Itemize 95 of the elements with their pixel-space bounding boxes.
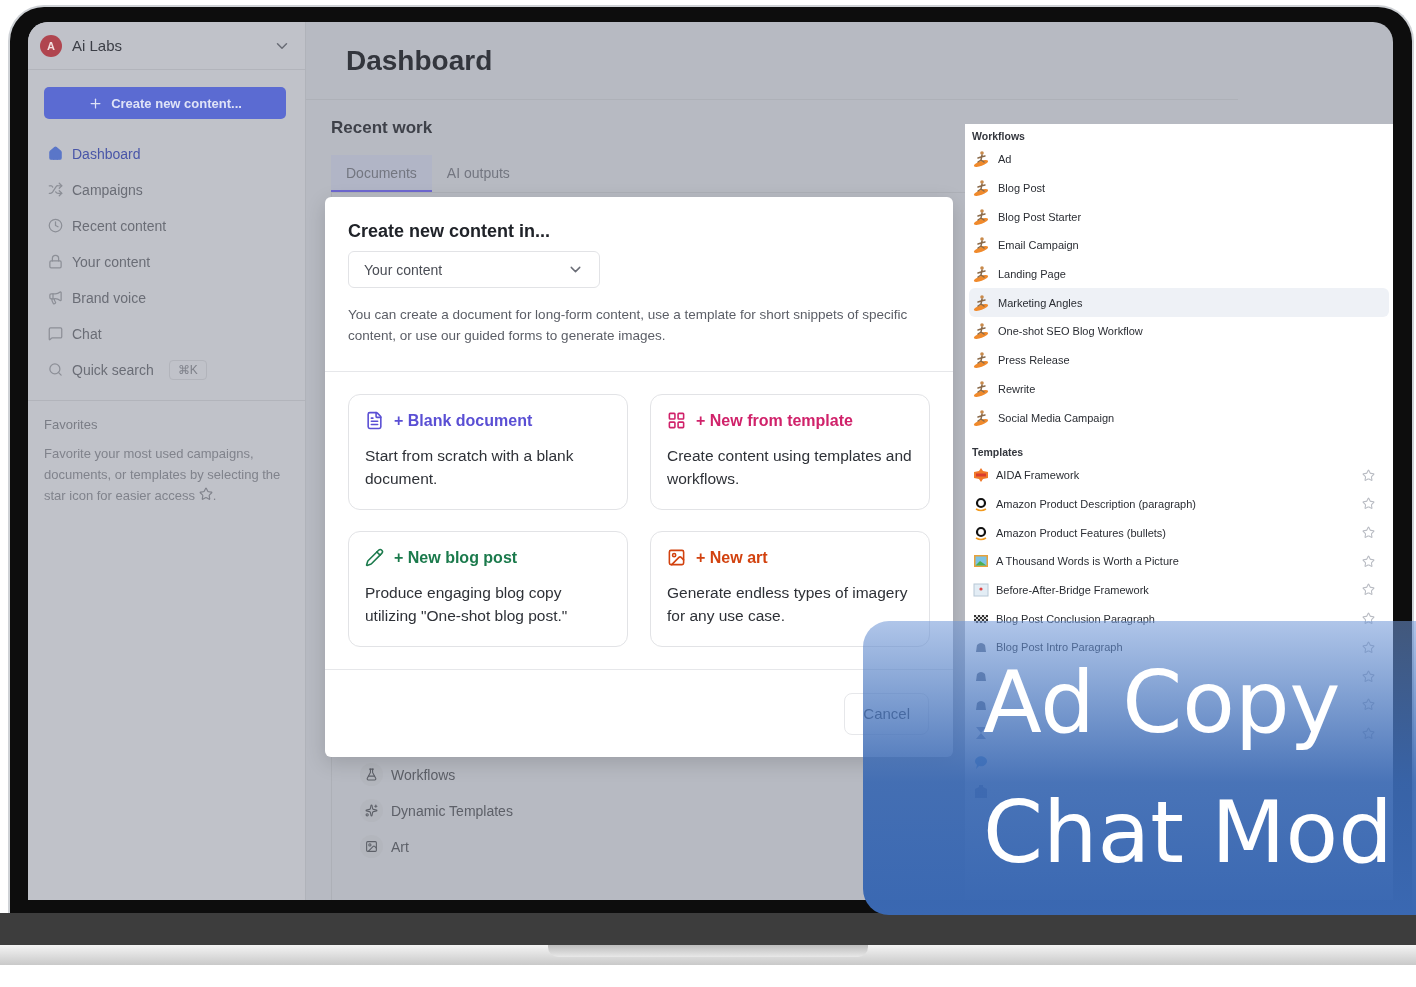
surfer-icon	[973, 236, 991, 255]
plus-icon	[88, 95, 104, 111]
surfer-icon	[973, 265, 991, 284]
surfer-icon	[973, 351, 991, 370]
menu-item-label: One-shot SEO Blog Workflow	[998, 325, 1143, 338]
menu-item[interactable]: Press Release	[969, 345, 1389, 375]
menu-item[interactable]: Blog Post	[969, 173, 1389, 203]
menu-item[interactable]: Before-After-Bridge Framework	[969, 575, 1389, 605]
menu-item-label: Blog Post Starter	[998, 210, 1082, 223]
badge-icon	[973, 467, 989, 484]
menu-item[interactable]: Ad	[969, 145, 1389, 174]
banner-text: Chat Mod	[983, 784, 1393, 880]
megaphone-icon	[48, 290, 63, 305]
create-content-button[interactable]: Create new content...	[44, 87, 286, 119]
workspace-name: Ai Labs	[72, 37, 124, 54]
modal-title: Create new content in...	[348, 221, 552, 242]
menu-item-label: Ad	[998, 153, 1012, 166]
star-icon[interactable]	[1362, 468, 1375, 482]
menu-item-label: Social Media Campaign	[998, 411, 1115, 424]
option-description: Start from scratch with a blank document.	[365, 446, 575, 489]
menu-item-label: Rewrite	[998, 382, 1036, 395]
menu-item-label: Email Campaign	[998, 239, 1079, 252]
shortcut-key: ⌘K	[168, 359, 207, 380]
menu-item-label: AIDA Framework	[996, 469, 1080, 482]
option-card[interactable]: + Blank document Start from scratch with a blank document.	[348, 394, 628, 510]
image-icon	[360, 835, 383, 858]
shuffle-icon	[48, 182, 63, 197]
option-card[interactable]: + New art Generate endless types of imagery for any use case.	[650, 531, 930, 647]
option-description: Create content using templates and workflows.	[667, 446, 913, 489]
sparkles-icon	[360, 799, 383, 822]
menu-item-label: Blog Post	[998, 182, 1046, 195]
grid-icon	[667, 411, 686, 430]
menu-item[interactable]: Rewrite	[969, 374, 1389, 404]
menu-item[interactable]: Amazon Product Description (paragraph)	[969, 489, 1389, 519]
document-icon	[365, 411, 384, 430]
star-icon[interactable]	[1362, 497, 1375, 511]
favorites-title: Favorites	[44, 417, 99, 432]
menu-item[interactable]: A Thousand Words is Worth a Picture	[969, 546, 1389, 576]
option-description: Produce engaging blog copy utilizing "One-shot blog post."	[365, 583, 569, 626]
menu-item-label: Marketing Angles	[998, 296, 1083, 309]
option-title: + New from template	[696, 411, 853, 430]
option-title: + Blank document	[394, 411, 533, 430]
menu-item-label: Amazon Product Features (bullets)	[996, 526, 1166, 539]
option-title: + New art	[696, 548, 768, 567]
star-icon[interactable]	[1362, 583, 1375, 597]
star-icon	[198, 487, 213, 501]
sidebar-item[interactable]: Dashboard	[48, 141, 289, 166]
lock-icon	[48, 254, 63, 269]
menu-item[interactable]: Email Campaign	[969, 231, 1389, 260]
menu-item[interactable]: One-shot SEO Blog Workflow	[969, 317, 1389, 346]
favorites-hint: Favorite your most used campaigns, documents, or templates by selecting the star icon for easier access .	[44, 445, 282, 505]
option-card[interactable]: + New from template Create content using templates and workflows.	[650, 394, 930, 510]
menu-item[interactable]: Marketing Angles	[969, 288, 1389, 318]
surfer-icon	[973, 179, 991, 198]
star-icon[interactable]	[1362, 554, 1375, 568]
option-description: Generate endless types of imagery for any use case.	[667, 583, 909, 626]
menu-section-title: Templates	[971, 445, 1025, 458]
menu-item[interactable]: Amazon Product Features (bullets)	[969, 518, 1389, 547]
menu-item[interactable]: Blog Post Starter	[969, 202, 1389, 232]
menu-item[interactable]: Landing Page	[969, 259, 1389, 289]
clock-icon	[48, 218, 63, 233]
workspace-avatar: A	[40, 34, 62, 57]
menu-item-label: Before-After-Bridge Framework	[996, 583, 1149, 596]
chat-icon	[48, 326, 63, 341]
flask-icon	[360, 763, 383, 786]
surfer-icon	[973, 293, 991, 312]
menu-section-title: Workflows	[971, 130, 1026, 142]
modal-description: You can create a document for long-form content, use a template for short snippets of specific content, or use our guided forms to generate images.	[348, 306, 909, 345]
banner-text: Ad Copy	[983, 654, 1341, 750]
menu-item[interactable]: Social Media Campaign	[969, 403, 1389, 432]
surfer-icon	[973, 150, 991, 169]
surfer-icon	[973, 408, 991, 427]
page-title: Dashboard	[346, 44, 493, 77]
calendar-icon	[973, 581, 989, 598]
home-icon	[48, 146, 63, 161]
menu-item-label: Press Release	[998, 354, 1070, 367]
pencil-icon	[365, 548, 384, 567]
option-title: + New blog post	[394, 548, 518, 567]
location-select[interactable]: Your content	[348, 251, 600, 288]
picture-icon	[973, 553, 989, 570]
menu-item-label: Landing Page	[998, 268, 1066, 281]
menu-item[interactable]: AIDA Framework	[969, 460, 1389, 490]
surfer-icon	[973, 379, 991, 398]
search-icon	[48, 362, 63, 377]
menu-item-label: Blog Post Conclusion Paragraph	[996, 612, 1155, 625]
surfer-icon	[973, 322, 991, 341]
favorites-hint-end: .	[212, 488, 217, 503]
menu-item-label: Amazon Product Description (paragraph)	[996, 497, 1196, 510]
star-icon[interactable]	[1362, 526, 1375, 540]
section-title: Recent work	[331, 118, 433, 138]
image-icon	[667, 548, 686, 567]
menu-item-label: Blog Post Intro Paragraph	[996, 641, 1123, 654]
surfer-icon	[973, 207, 991, 226]
option-card[interactable]: + New blog post Produce engaging blog copy utilizing "One-shot blog post."	[348, 531, 628, 647]
menu-item-label: A Thousand Words is Worth a Picture	[996, 555, 1179, 568]
